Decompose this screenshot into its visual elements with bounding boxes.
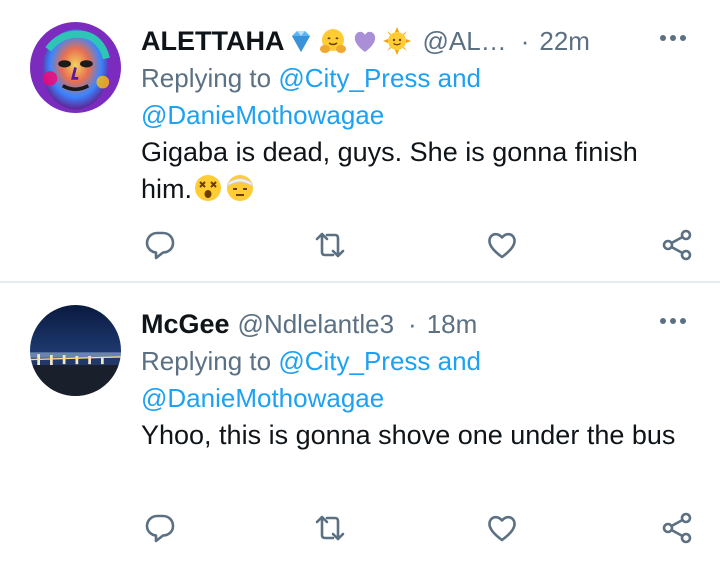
gem-emoji (286, 26, 316, 56)
tweet-text: Gigaba is dead, guys. She is gonna finis… (141, 134, 694, 208)
mention-link[interactable]: @DanieMothowagae (141, 100, 384, 130)
retweet-icon[interactable] (313, 228, 347, 262)
reply-icon[interactable] (143, 228, 177, 262)
sun-with-face-emoji (382, 26, 412, 56)
timestamp[interactable]: 18m (427, 309, 478, 340)
hugging-face-emoji (318, 26, 348, 56)
replying-to: Replying to @City_Press and @DanieMothow… (141, 343, 694, 417)
retweet-icon[interactable] (313, 511, 347, 545)
separator-dot: · (520, 25, 530, 56)
tweet-item[interactable]: McGee @Ndlelantle3 · 18m Replying to @Ci… (0, 281, 720, 562)
user-handle[interactable]: @Ndlelantle3 (238, 309, 394, 340)
tweet-actions (141, 228, 694, 264)
avatar[interactable] (30, 22, 121, 113)
dizzy-face-emoji (192, 172, 224, 204)
replying-to: Replying to @City_Press and @DanieMothow… (141, 60, 694, 134)
more-options-icon[interactable] (658, 28, 688, 48)
replying-prefix: Replying to (141, 63, 272, 93)
separator-dot: · (408, 308, 417, 339)
share-icon[interactable] (660, 511, 694, 545)
mention-link[interactable]: @City_Press (278, 63, 430, 93)
tweet-item[interactable]: ALETTAHA @AL… · 22m Replying to @City_Pr… (0, 0, 720, 281)
avatar[interactable] (30, 305, 121, 396)
avatar-image (30, 305, 121, 396)
reply-and: and (437, 346, 482, 376)
like-icon[interactable] (485, 228, 519, 262)
timestamp[interactable]: 22m (539, 26, 590, 57)
purple-heart-emoji (350, 26, 380, 56)
tweet-actions (141, 511, 694, 547)
bandaged-face-emoji (224, 172, 256, 204)
mention-link[interactable]: @City_Press (278, 346, 430, 376)
reply-and: and (437, 63, 482, 93)
tweet-text-content: Yhoo, this is gonna shove one under the … (141, 420, 676, 450)
more-options-icon[interactable] (658, 311, 688, 331)
mention-link[interactable]: @DanieMothowagae (141, 383, 384, 413)
tweet-text: Yhoo, this is gonna shove one under the … (141, 417, 694, 454)
reply-icon[interactable] (143, 511, 177, 545)
replying-prefix: Replying to (141, 346, 272, 376)
like-icon[interactable] (485, 511, 519, 545)
user-name[interactable]: ALETTAHA (141, 26, 284, 57)
user-name[interactable]: McGee (141, 309, 230, 340)
share-icon[interactable] (660, 228, 694, 262)
avatar-image (30, 22, 121, 113)
user-handle[interactable]: @AL… (422, 26, 506, 57)
